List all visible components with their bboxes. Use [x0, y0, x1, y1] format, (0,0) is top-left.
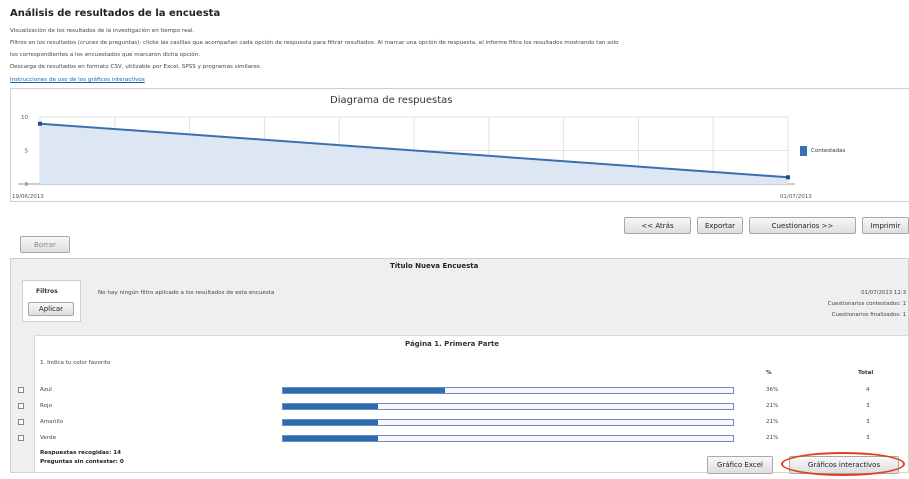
- answer-label: Rojo: [40, 403, 53, 409]
- chart-y-tick-label: 5: [25, 149, 29, 155]
- legend-label-contestadas: Contestadas: [811, 148, 846, 154]
- print-button[interactable]: Imprimir: [862, 217, 909, 234]
- filter-checkbox[interactable]: [18, 435, 24, 441]
- export-button[interactable]: Exportar: [697, 217, 743, 234]
- answer-label: Azul: [40, 387, 52, 393]
- answer-total: 4: [866, 387, 870, 393]
- section-title: Página 1. Primera Parte: [405, 340, 500, 348]
- answer-bar: [282, 435, 734, 442]
- chart-x-tick-label: 19/06/2013: [12, 194, 44, 200]
- chart-data-point: [786, 175, 790, 180]
- chart-y-tick-label: 10: [21, 115, 28, 121]
- questionnaires-button[interactable]: Cuestionarios >>: [749, 217, 856, 234]
- answer-percent: 21%: [766, 435, 779, 441]
- unanswered-questions: Preguntas sin contestar: 0: [40, 459, 124, 465]
- filter-checkbox[interactable]: [18, 387, 24, 393]
- excel-chart-button[interactable]: Gráfico Excel: [707, 456, 773, 474]
- chart-data-point: [38, 121, 42, 126]
- answer-bar: [282, 403, 734, 410]
- answer-total: 3: [866, 435, 870, 441]
- responses-collected: Respuestas recogidas: 14: [40, 450, 121, 456]
- answer-row: Rojo 21% 3: [0, 402, 909, 412]
- answer-label: Verde: [40, 435, 57, 441]
- finished-count: Cuestionarios finalizados: 1: [831, 312, 906, 318]
- survey-title: Título Nueva Encuesta: [390, 262, 479, 270]
- apply-filters-button[interactable]: Aplicar: [28, 302, 74, 316]
- legend-swatch: [800, 146, 807, 156]
- answer-label: Amarillo: [40, 419, 64, 425]
- no-filter-message: No hay ningún filtro aplicado a los resu…: [98, 290, 275, 296]
- answered-count: Cuestionarios contestados: 1: [827, 301, 906, 307]
- highlight-annotation: [781, 452, 905, 476]
- filter-checkbox[interactable]: [18, 403, 24, 409]
- survey-date: 01/07/2013 12:3: [861, 290, 906, 296]
- answer-row: Verde 21% 3: [0, 434, 909, 444]
- answer-bar: [282, 419, 734, 426]
- answer-bar-fill: [283, 388, 445, 393]
- answer-bar-fill: [283, 404, 378, 409]
- answer-row: Amarillo 21% 3: [0, 418, 909, 428]
- reset-button[interactable]: Borrar: [20, 236, 70, 253]
- chart-x-tick-label: 01/07/2013: [780, 194, 812, 200]
- answer-percent: 21%: [766, 403, 779, 409]
- back-button[interactable]: << Atrás: [624, 217, 691, 234]
- filters-label: Filtros: [36, 288, 58, 295]
- column-header-total: Total: [858, 370, 874, 376]
- answer-bar-fill: [283, 436, 378, 441]
- question-text: 1. Indica tu color favorito: [40, 360, 111, 366]
- filter-checkbox[interactable]: [18, 419, 24, 425]
- answer-bar-fill: [283, 420, 378, 425]
- answer-percent: 36%: [766, 387, 779, 393]
- answer-total: 3: [866, 403, 870, 409]
- answer-row: Azul 36% 4: [0, 386, 909, 396]
- answer-total: 3: [866, 419, 870, 425]
- column-header-percent: %: [766, 370, 772, 376]
- answer-percent: 21%: [766, 419, 779, 425]
- answer-bar: [282, 387, 734, 394]
- chart-y-tick-label: 0: [25, 182, 29, 188]
